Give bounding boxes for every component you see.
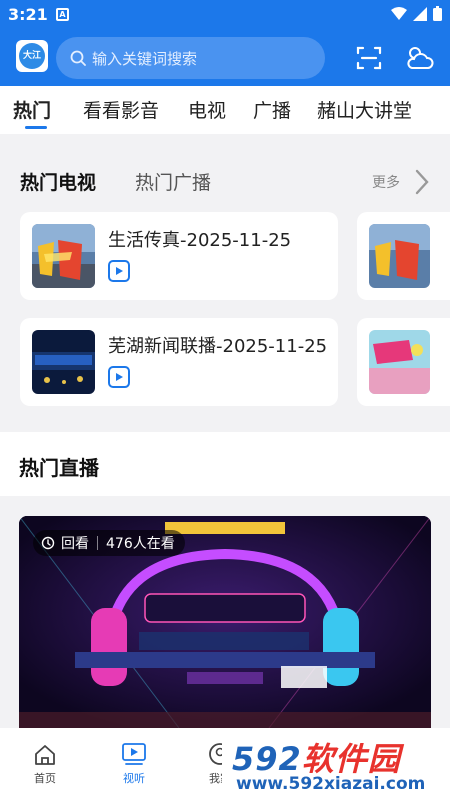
program-thumbnail xyxy=(32,330,95,394)
program-thumbnail xyxy=(369,224,430,288)
wifi-icon xyxy=(391,6,407,20)
status-bar: 3:21 A xyxy=(0,0,450,30)
weather-icon[interactable] xyxy=(403,44,435,72)
nav-label: 视听 xyxy=(123,772,145,785)
search-placeholder: 输入关键词搜索 xyxy=(92,49,198,68)
tab-hot-tv[interactable]: 热门电视 xyxy=(20,168,96,195)
replay-label: 回看 xyxy=(61,536,89,552)
app-logo[interactable]: 大江 xyxy=(16,40,48,72)
tab-hot-radio[interactable]: 热门广播 xyxy=(135,168,211,195)
logo-text: 大江 xyxy=(19,43,45,69)
live-list: 回看 476人在看 xyxy=(0,496,450,728)
nav-home[interactable]: 首页 xyxy=(15,740,75,786)
category-tab-bar: 热门 看看影音 电视 广播 赭山大讲堂 xyxy=(0,86,450,134)
tab-tv[interactable]: 电视 xyxy=(188,96,226,123)
live-badge: 回看 476人在看 xyxy=(33,530,185,556)
tab-lecture[interactable]: 赭山大讲堂 xyxy=(317,96,412,123)
program-card[interactable]: 生活传真-2025-11-25 xyxy=(20,212,338,300)
nav-label: 首页 xyxy=(34,772,56,785)
replay-icon xyxy=(41,536,55,550)
video-icon xyxy=(122,743,146,765)
program-card[interactable]: 芜湖新闻联播-2025-11-25 xyxy=(20,318,338,406)
play-icon[interactable] xyxy=(108,260,130,282)
search-icon xyxy=(70,50,86,66)
program-title: 芜湖新闻联播-2025-11-25 xyxy=(108,336,328,357)
program-card-next[interactable] xyxy=(357,212,450,300)
app-header: 3:21 A 大江 输入关键词搜索 xyxy=(0,0,450,86)
tab-radio[interactable]: 广播 xyxy=(253,96,291,123)
nav-video[interactable]: 视听 xyxy=(104,740,164,786)
search-input[interactable]: 输入关键词搜索 xyxy=(56,37,325,79)
tab-hot[interactable]: 热门 xyxy=(13,96,51,123)
status-time: 3:21 xyxy=(8,5,48,24)
program-title: 生活传真-2025-11-25 xyxy=(108,230,292,251)
active-tab-indicator xyxy=(25,126,47,129)
app-notification-icon: A xyxy=(56,8,69,21)
badge-divider xyxy=(97,536,98,550)
site-watermark: 592软件园 www.592xiazai.com xyxy=(222,728,450,800)
signal-icon xyxy=(413,6,427,21)
live-card[interactable]: 回看 476人在看 xyxy=(19,516,431,728)
section-title: 热门直播 xyxy=(19,456,99,480)
hot-programs-section: 热门电视 热门广播 更多 生活传真-2025-11-25 芜湖新闻联播-2025… xyxy=(0,152,450,406)
watermark-url: www.592xiazai.com xyxy=(236,774,426,794)
program-thumbnail xyxy=(369,330,430,394)
home-icon xyxy=(35,745,55,765)
more-link[interactable]: 更多 xyxy=(372,172,400,192)
battery-icon xyxy=(433,6,442,21)
hot-live-section: 热门直播 xyxy=(0,432,450,496)
scan-icon[interactable] xyxy=(355,44,383,72)
program-thumbnail xyxy=(32,224,95,288)
play-icon[interactable] xyxy=(108,366,130,388)
viewer-count: 476人在看 xyxy=(106,536,175,552)
program-card-next[interactable] xyxy=(357,318,450,406)
chevron-right-icon[interactable] xyxy=(414,169,430,195)
tab-media[interactable]: 看看影音 xyxy=(83,96,159,123)
